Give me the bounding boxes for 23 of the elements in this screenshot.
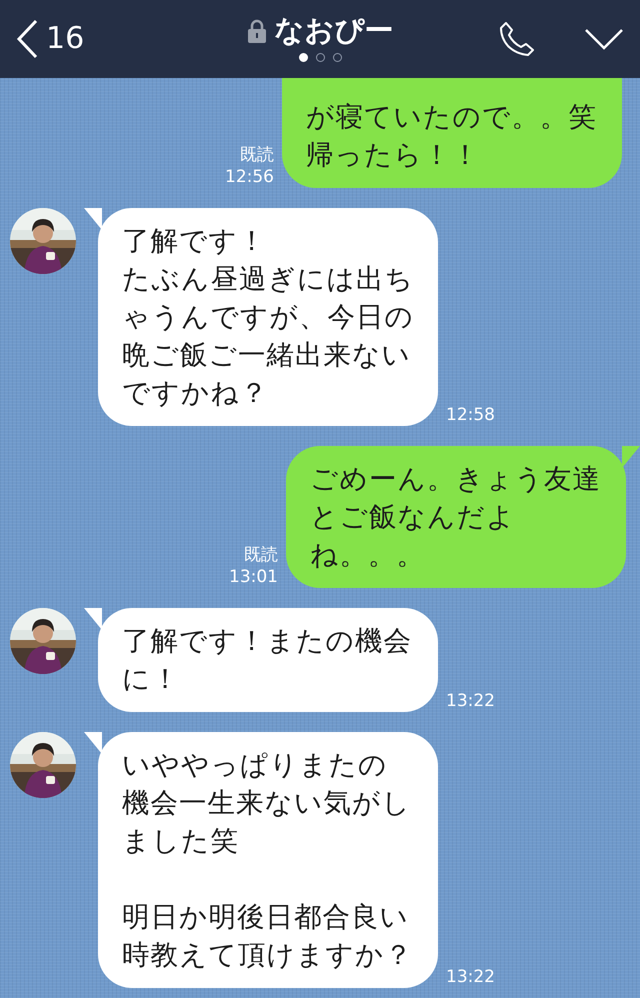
read-receipt: 既読 <box>243 544 278 566</box>
lock-icon <box>246 18 266 42</box>
message-text: 了解です！ <box>122 224 268 259</box>
unread-count: 16 <box>46 24 84 54</box>
message-text: が寝ていたので。。笑 <box>306 100 598 135</box>
message-text: いややっぱりまたの機会一生来ない気がしました笑 <box>122 748 412 859</box>
message-text: 明日か明後日都合良い時教えて頂けますか？ <box>122 900 414 973</box>
back-icon[interactable] <box>16 19 38 59</box>
message-time: 12:56 <box>225 166 274 188</box>
message-time: 12:58 <box>446 404 495 426</box>
page-dot[interactable] <box>316 53 324 62</box>
read-receipt: 既読 <box>239 144 274 166</box>
message-time: 13:22 <box>446 966 495 988</box>
chevron-down-icon[interactable] <box>584 28 624 50</box>
message-text: 帰ったら！！ <box>306 138 481 173</box>
message-text: たぶん昼過ぎには出ちゃうんですが、今日の晩ご飯ご一緒出来ないですかね？ <box>122 262 414 411</box>
page-dot[interactable] <box>332 53 342 62</box>
chat-title: なおぴー <box>274 16 394 45</box>
phone-icon[interactable] <box>498 20 536 58</box>
message-time: 13:22 <box>446 690 495 712</box>
message-text: ごめーん。きょう友達とご飯なんだよね。。。 <box>310 462 602 573</box>
message-text: 了解です！またの機会に！ <box>122 624 413 697</box>
message-time: 13:01 <box>229 566 278 588</box>
